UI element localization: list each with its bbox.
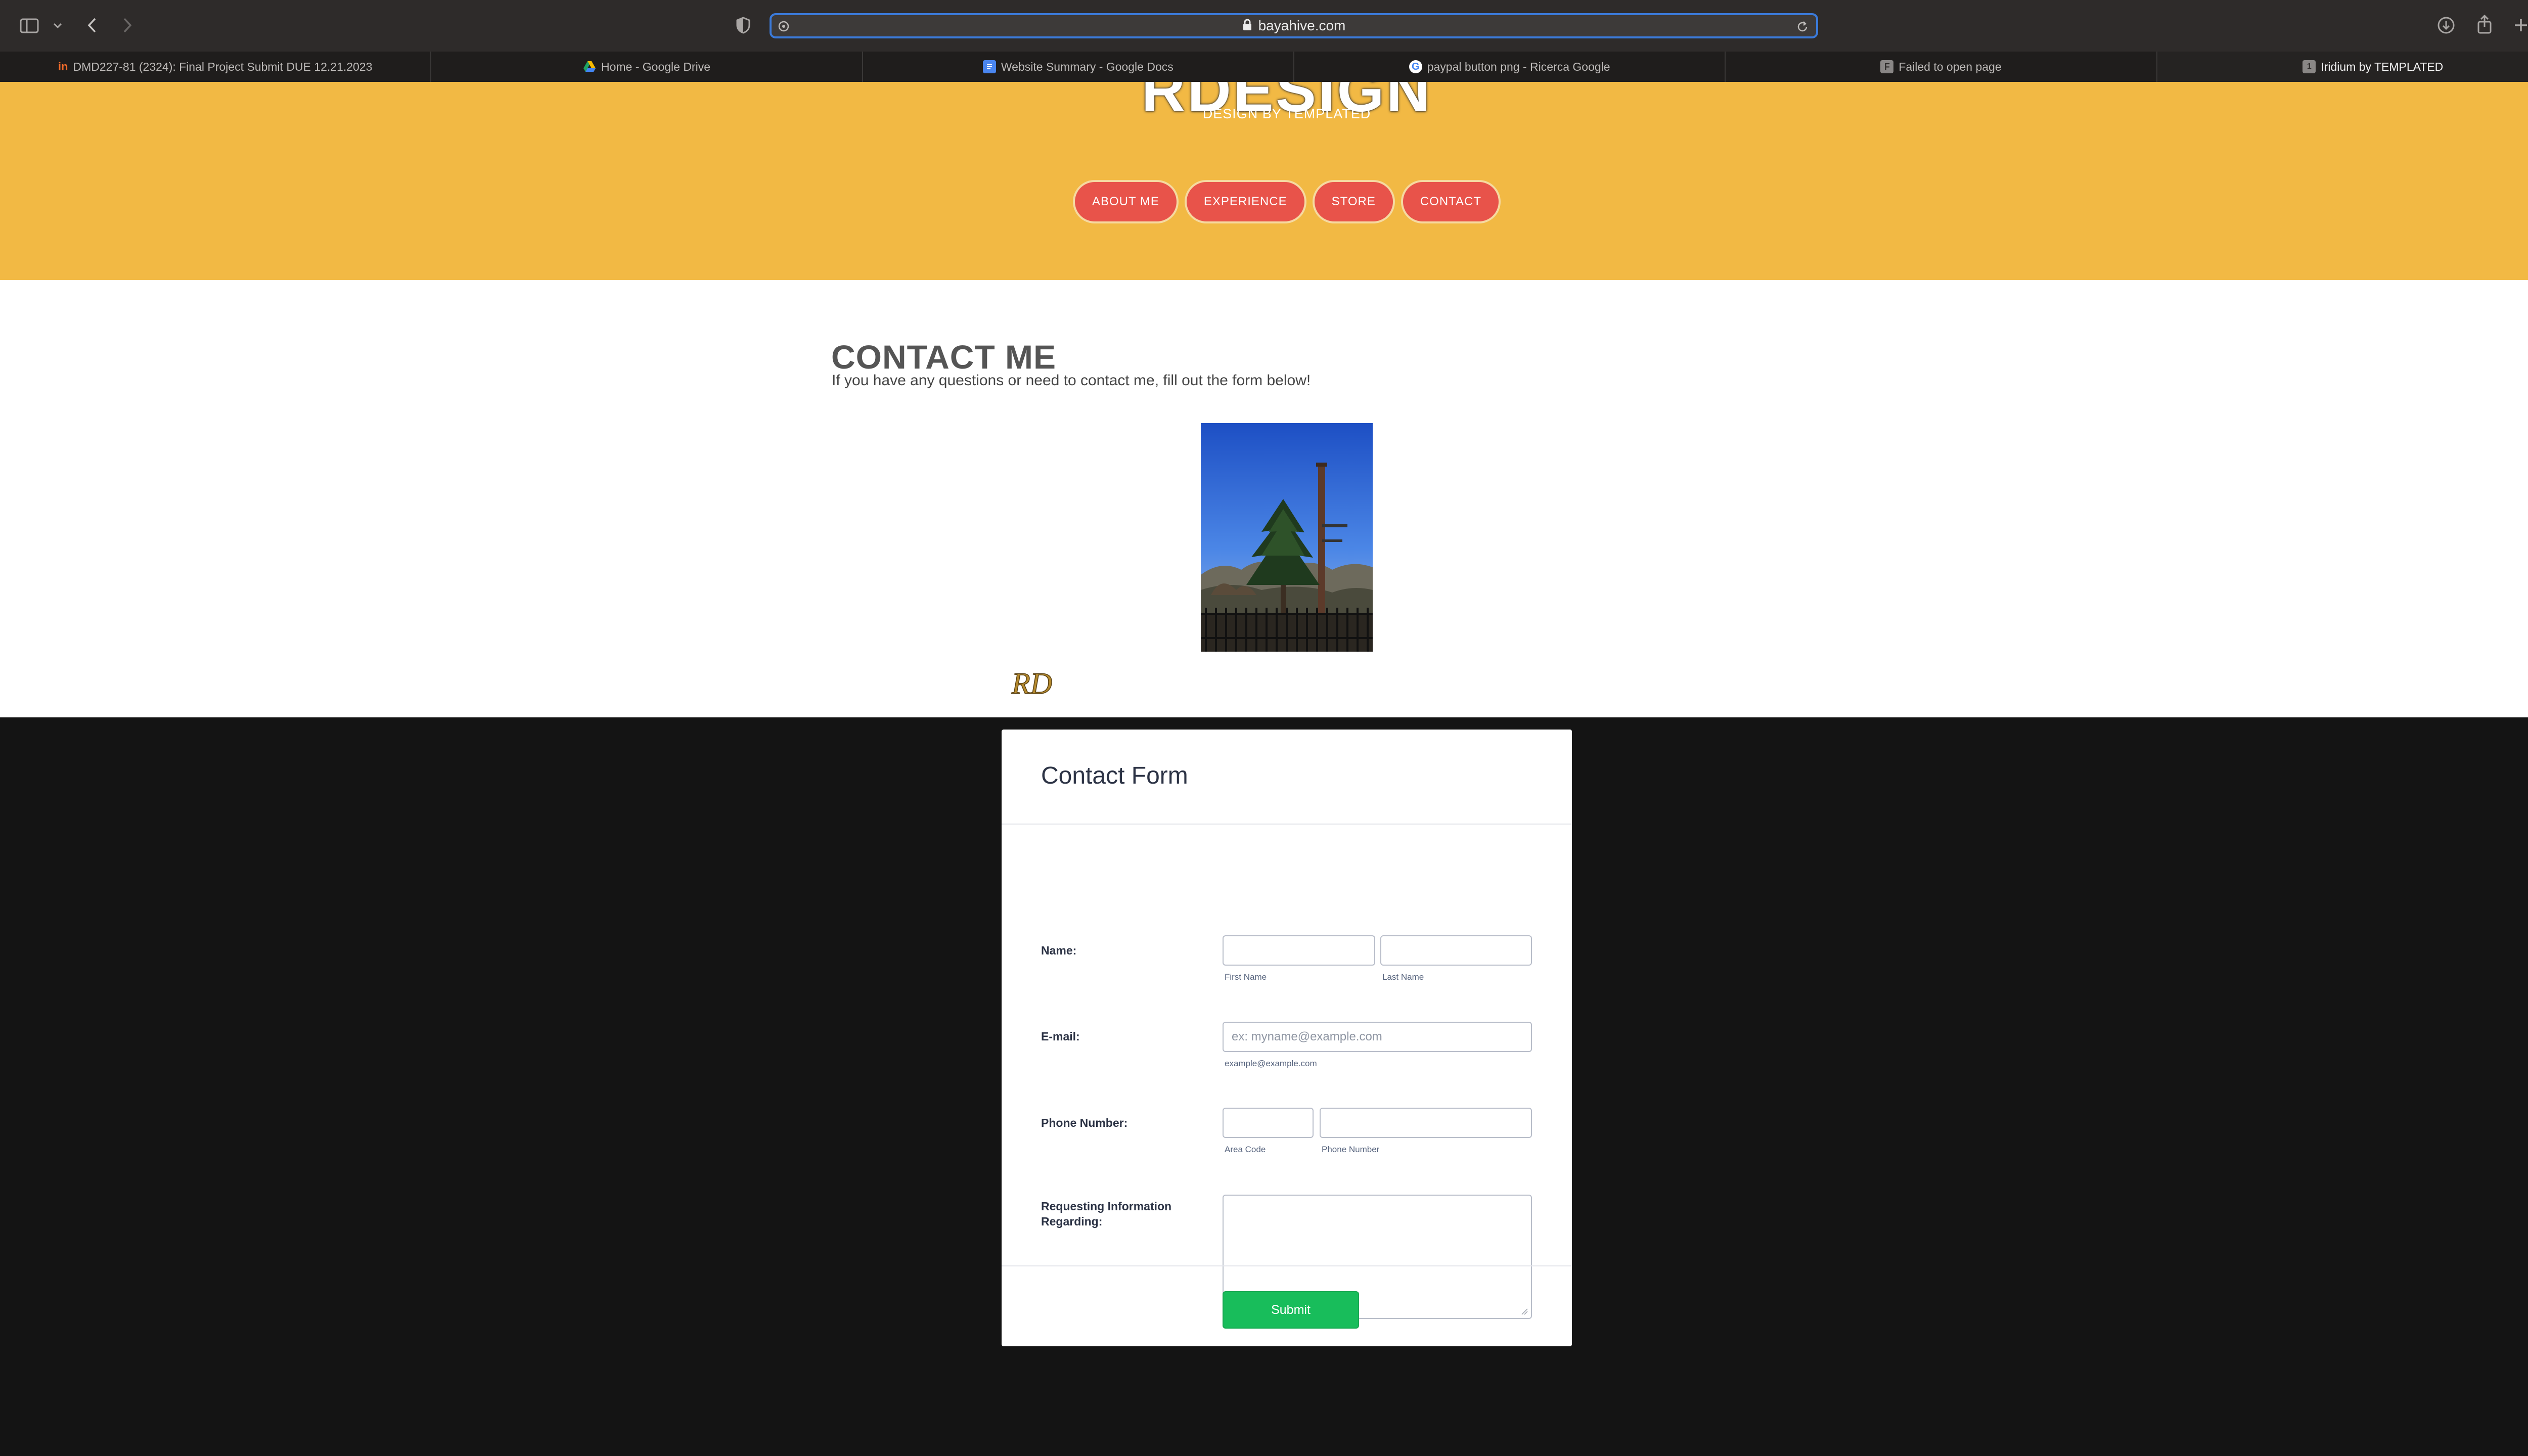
tab-label: paypal button png - Ricerca Google [1427,60,1610,73]
tab-label: Home - Google Drive [601,60,710,73]
area-code-sublabel: Area Code [1225,1145,1266,1154]
phone-number-sublabel: Phone Number [1322,1145,1380,1154]
submit-button[interactable]: Submit [1223,1291,1359,1329]
google-drive-icon [583,60,596,73]
new-tab-icon[interactable] [2511,15,2528,35]
invision-icon: in [58,60,68,73]
phone-label: Phone Number: [1041,1116,1128,1129]
chevron-down-icon[interactable] [51,19,65,32]
privacy-shield-icon[interactable] [733,15,753,35]
tab-label: DMD227-81 (2324): Final Project Submit D… [73,60,373,73]
forward-icon[interactable] [118,15,137,35]
footer-logo: RD [1002,660,1062,707]
site-icon: 1 [2303,60,2316,73]
nav-store[interactable]: STORE [1312,180,1395,223]
tab-label: Website Summary - Google Docs [1001,60,1173,73]
resize-grip-icon[interactable] [1521,1308,1528,1315]
tab-invision[interactable]: in DMD227-81 (2324): Final Project Submi… [0,52,432,82]
name-label: Name: [1041,944,1077,957]
email-field[interactable]: ex: myname@example.com [1223,1022,1532,1052]
nav-about-me[interactable]: ABOUT ME [1072,180,1179,223]
back-icon[interactable] [83,15,101,35]
tab-google-drive[interactable]: Home - Google Drive [431,52,863,82]
google-icon: G [1409,60,1422,73]
share-icon[interactable] [2474,13,2495,35]
nav-contact[interactable]: CONTACT [1401,180,1501,223]
reload-icon[interactable] [1795,19,1810,34]
site-header: RDESIGN DESIGN BY TEMPLATED ABOUT ME EXP… [0,82,2528,280]
tab-label: Iridium by TEMPLATED [2321,60,2444,73]
footer-logo-text: RD [1011,667,1052,700]
last-name-input[interactable] [1380,935,1532,966]
divider [1002,824,1572,825]
contact-form: Contact Form Name: First Name Last Name … [1002,730,1572,1346]
tab-google-docs[interactable]: Website Summary - Google Docs [863,52,1294,82]
letter-f-icon: F [1880,60,1894,73]
phone-number-input[interactable] [1320,1108,1532,1138]
tab-bar: in DMD227-81 (2324): Final Project Submi… [0,52,2528,82]
tab-iridium[interactable]: 1 Iridium by TEMPLATED [2157,52,2528,82]
contact-heading: CONTACT ME [831,338,1057,376]
contact-photo [1201,423,1373,652]
first-name-input[interactable] [1223,935,1375,966]
google-docs-icon [982,60,996,73]
address-bar[interactable]: bayahive.com [770,13,1818,38]
email-label: E-mail: [1041,1030,1080,1043]
main-nav: ABOUT ME EXPERIENCE STORE CONTACT [0,180,2528,223]
site-settings-icon[interactable] [777,19,791,33]
area-code-input[interactable] [1223,1108,1314,1138]
lock-icon [1242,19,1252,33]
contact-description: If you have any questions or need to con… [832,372,1311,389]
divider [1002,1265,1572,1266]
tab-google-search[interactable]: G paypal button png - Ricerca Google [1294,52,1726,82]
url-text: bayahive.com [1258,18,1346,33]
nav-experience[interactable]: EXPERIENCE [1184,180,1306,223]
sidebar-toggle-icon[interactable] [19,17,39,34]
browser-toolbar: bayahive.com [0,0,2528,52]
site-subtitle: DESIGN BY TEMPLATED [1202,106,1371,121]
downloads-icon[interactable] [2436,15,2456,35]
request-label: Requesting Information Regarding: [1041,1200,1172,1228]
tab-label: Failed to open page [1899,60,2002,73]
form-title: Contact Form [1041,762,1188,789]
email-sublabel: example@example.com [1225,1059,1317,1068]
last-name-sublabel: Last Name [1382,972,1424,982]
first-name-sublabel: First Name [1225,972,1267,982]
tab-failed-page[interactable]: F Failed to open page [1726,52,2157,82]
